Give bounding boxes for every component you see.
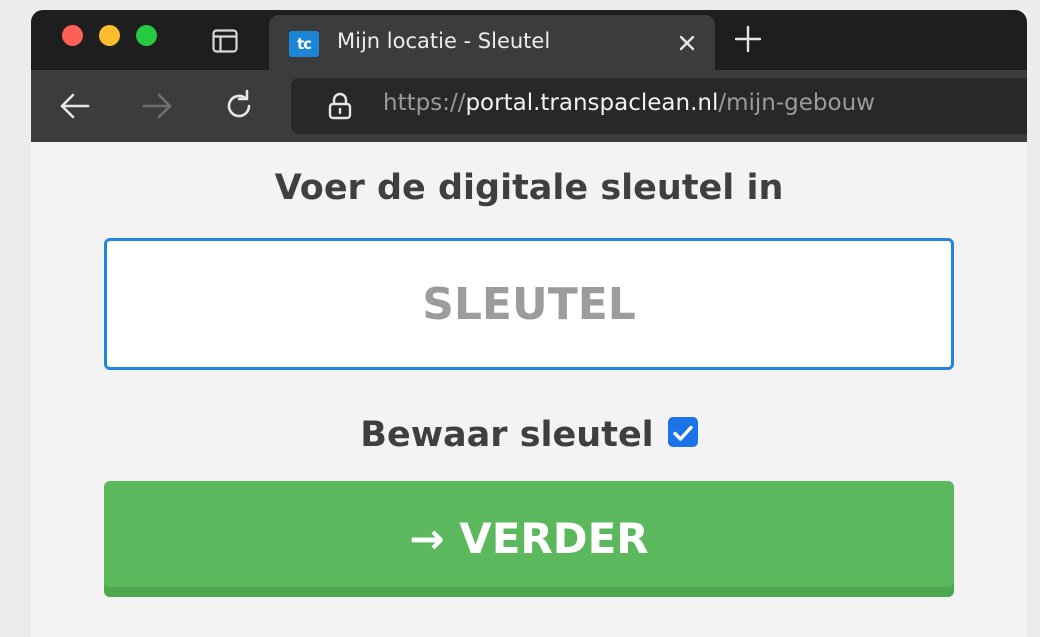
url-host: portal.transpaclean.nl [465, 90, 719, 116]
minimize-window-button[interactable] [99, 25, 120, 46]
close-icon[interactable] [673, 29, 701, 57]
arrow-right-icon[interactable] [139, 88, 175, 124]
close-window-button[interactable] [62, 25, 83, 46]
tab-overview-icon[interactable] [212, 29, 238, 53]
browser-window: tc Mijn locatie - Sleutel https://portal… [31, 10, 1027, 637]
url-text[interactable]: https://portal.transpaclean.nl/mijn-gebo… [383, 90, 875, 116]
save-key-label: Bewaar sleutel [360, 415, 654, 455]
lock-icon[interactable] [327, 92, 353, 120]
url-path: /mijn-gebouw [718, 90, 875, 116]
page-title: Voer de digitale sleutel in [274, 168, 784, 208]
plus-icon[interactable] [733, 24, 763, 54]
save-key-row: Bewaar sleutel [31, 414, 1027, 455]
browser-toolbar: https://portal.transpaclean.nl/mijn-gebo… [31, 70, 1027, 142]
checkmark-icon [672, 425, 693, 441]
save-key-checkbox[interactable] [667, 417, 698, 447]
key-input[interactable] [104, 238, 954, 370]
tab-strip: tc Mijn locatie - Sleutel [31, 10, 1027, 70]
url-scheme: https:// [383, 90, 466, 116]
tab-active[interactable]: tc Mijn locatie - Sleutel [269, 15, 715, 70]
address-bar[interactable]: https://portal.transpaclean.nl/mijn-gebo… [291, 78, 1027, 134]
page-content: Voer de digitale sleutel in Bewaar sleut… [31, 142, 1027, 637]
tab-title: Mijn locatie - Sleutel [337, 29, 551, 53]
zoom-window-button[interactable] [136, 25, 157, 46]
site-favicon: tc [289, 31, 319, 57]
reload-icon[interactable] [221, 88, 257, 124]
arrow-left-icon[interactable] [57, 88, 93, 124]
submit-button[interactable]: → VERDER [104, 481, 954, 597]
